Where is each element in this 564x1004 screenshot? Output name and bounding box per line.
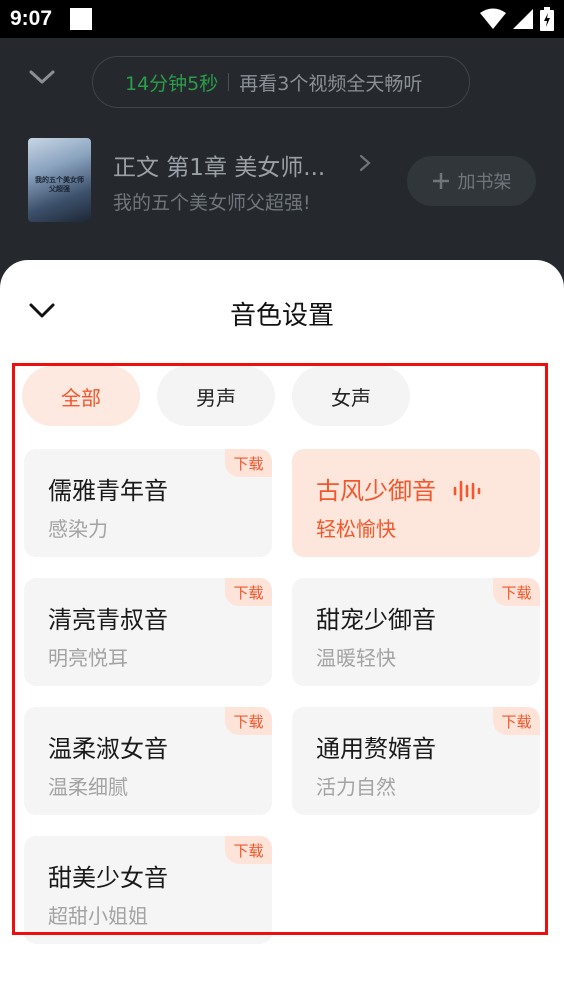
book-cover-title: 我的五个美女师父超强 [35, 176, 84, 193]
plus-icon [432, 173, 449, 189]
highlight-box [12, 363, 548, 935]
player-area: 14分钟5秒 再看3个视频全天畅听 我的五个美女师父超强 正文 第1章 美女师.… [0, 38, 564, 270]
listen-timer-pill[interactable]: 14分钟5秒 再看3个视频全天畅听 [92, 56, 470, 108]
chapter-title[interactable]: 正文 第1章 美女师... [113, 148, 325, 182]
battery-icon [540, 7, 554, 31]
add-to-shelf-button[interactable]: 加书架 [407, 156, 536, 206]
signal-icon [513, 9, 533, 29]
status-time: 9:07 [10, 7, 53, 30]
divider [228, 73, 230, 91]
timer-hint: 再看3个视频全天畅听 [239, 72, 423, 95]
add-to-shelf-label: 加书架 [457, 172, 512, 193]
voice-settings-sheet: 音色设置 全部 男声 女声 儒雅青年音 感染力 下载 古风少御音 轻松愉快 清亮… [0, 260, 564, 1004]
wifi-icon [480, 8, 506, 29]
status-icons [480, 7, 554, 31]
timer-remaining: 14分钟5秒 [125, 72, 219, 95]
sheet-title: 音色设置 [229, 301, 334, 331]
notification-icon [70, 8, 92, 30]
status-bar: 9:07 [0, 0, 564, 38]
chevron-down-icon[interactable] [27, 66, 57, 88]
book-cover[interactable]: 我的五个美女师父超强 [28, 138, 91, 222]
chevron-right-icon[interactable] [358, 153, 372, 173]
book-title: 我的五个美女师父超强! [113, 192, 311, 214]
